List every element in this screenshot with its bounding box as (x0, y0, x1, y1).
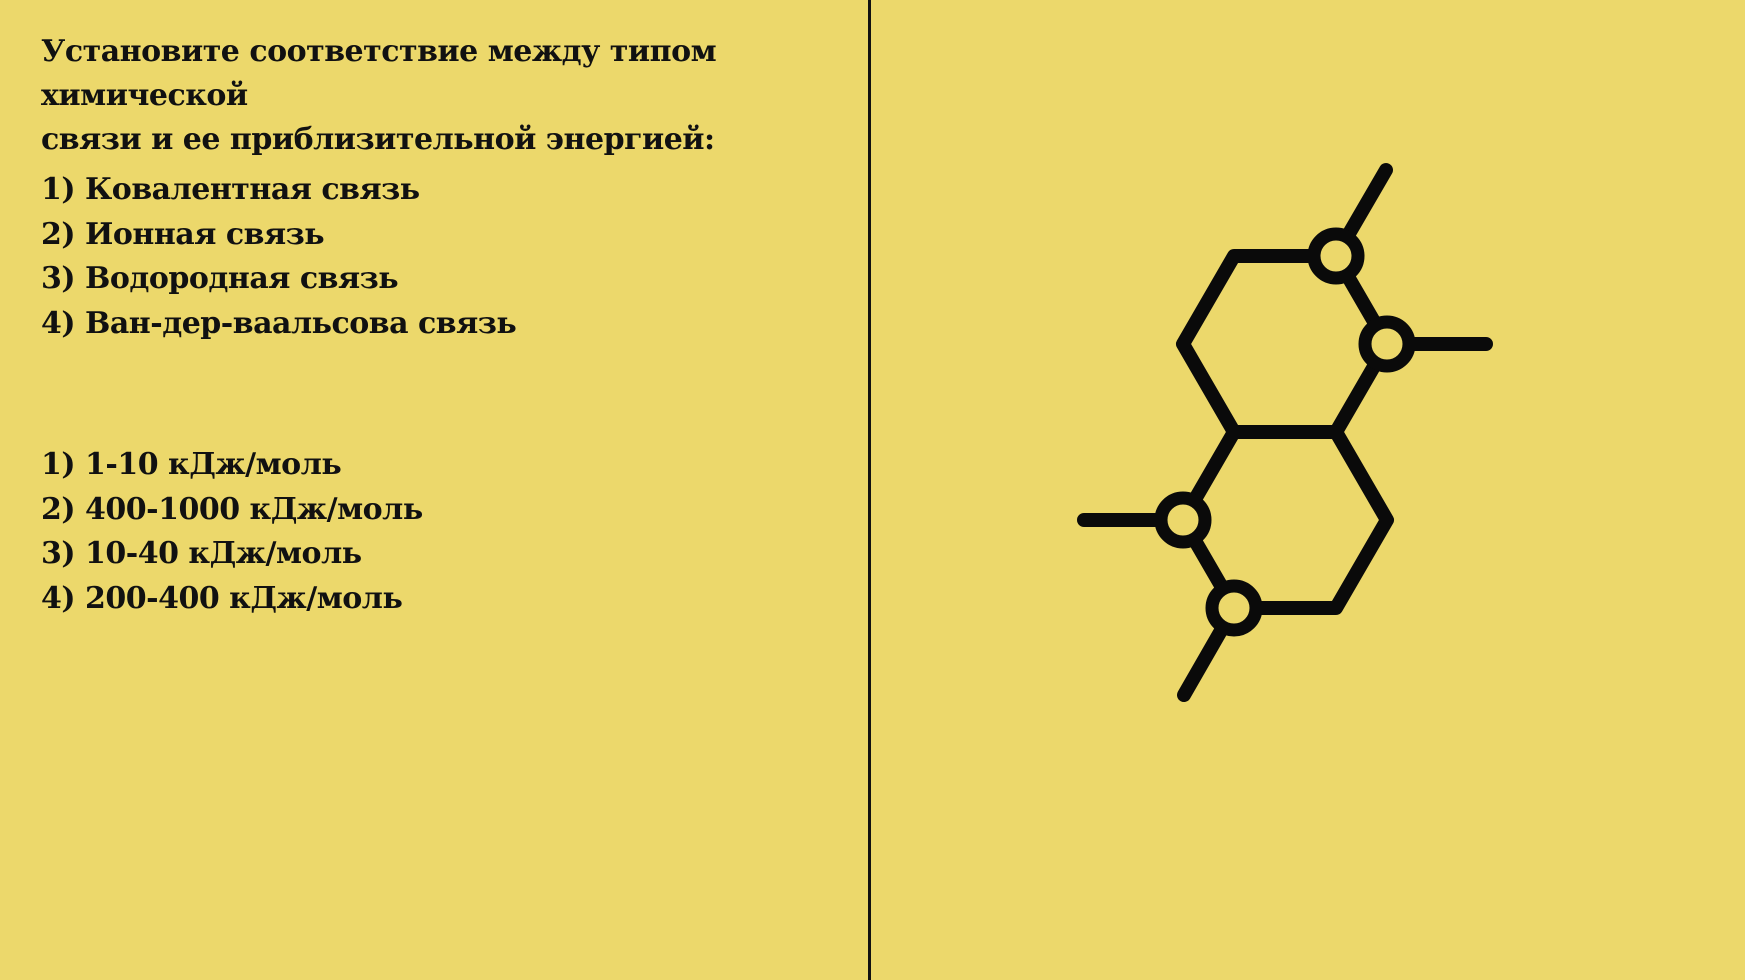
energy-item: 2) 400-1000 кДж/моль (41, 491, 423, 527)
bond-types-list: 1) Ковалентная связь 2) Ионная связь 3) … (41, 168, 517, 346)
question-line-2: связи и ее приблизительной энергией: (41, 122, 715, 157)
bond-type-item: 2) Ионная связь (41, 216, 325, 252)
question-line-1: Установите соответствие между типом хими… (41, 34, 717, 113)
atom-node (1358, 315, 1416, 373)
atom-node (1205, 579, 1263, 637)
atom-node (1154, 491, 1212, 549)
bond-type-item: 1) Ковалентная связь (41, 172, 420, 207)
text-panel: Установите соответствие между типом хими… (0, 0, 868, 980)
question-text: Установите соответствие между типом хими… (41, 30, 841, 162)
upper-ring-bonds (1176, 249, 1394, 439)
illustration-panel (871, 0, 1745, 980)
atom-node (1307, 227, 1365, 285)
energy-item: 4) 200-400 кДж/моль (41, 580, 403, 616)
energy-item: 3) 10-40 кДж/моль (41, 536, 362, 571)
bond-type-item: 4) Ван-дер-ваальсова связь (41, 305, 517, 341)
slide: Установите соответствие между типом хими… (0, 0, 1745, 980)
molecule-icon (1077, 163, 1493, 702)
lower-ring-bonds (1176, 425, 1394, 615)
energy-item: 1) 1-10 кДж/моль (41, 447, 342, 482)
energies-list: 1) 1-10 кДж/моль 2) 400-1000 кДж/моль 3)… (41, 443, 423, 621)
bond-type-item: 3) Водородная связь (41, 261, 399, 296)
